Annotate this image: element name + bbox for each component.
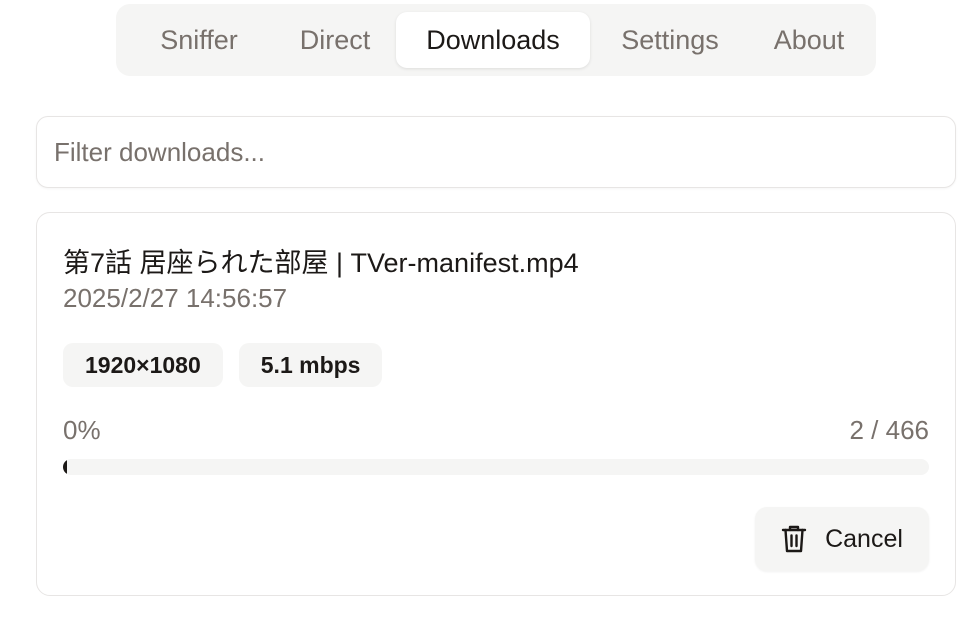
cancel-label: Cancel bbox=[825, 524, 903, 553]
resolution-badge: 1920×1080 bbox=[63, 343, 223, 387]
trash-icon bbox=[781, 524, 807, 554]
tab-settings[interactable]: Settings bbox=[590, 12, 750, 68]
tab-direct[interactable]: Direct bbox=[274, 12, 396, 68]
bitrate-badge: 5.1 mbps bbox=[238, 343, 383, 387]
progress-percent: 0% bbox=[63, 415, 101, 445]
filter-input[interactable] bbox=[54, 136, 938, 168]
tab-sniffer[interactable]: Sniffer bbox=[124, 12, 274, 68]
tab-bar: Sniffer Direct Downloads Settings About bbox=[116, 4, 876, 76]
tab-downloads[interactable]: Downloads bbox=[396, 12, 590, 68]
progress-bar bbox=[63, 459, 929, 475]
segment-count: 2 / 466 bbox=[849, 415, 929, 445]
download-card: 第7話 居座られた部屋 | TVer-manifest.mp4 2025/2/2… bbox=[36, 212, 956, 596]
cancel-button[interactable]: Cancel bbox=[755, 507, 929, 571]
download-timestamp: 2025/2/27 14:56:57 bbox=[63, 283, 288, 313]
download-title: 第7話 居座られた部屋 | TVer-manifest.mp4 bbox=[63, 248, 579, 278]
filter-field bbox=[36, 116, 956, 188]
download-badges: 1920×1080 5.1 mbps bbox=[63, 343, 383, 387]
progress-fill bbox=[63, 459, 67, 475]
tab-about[interactable]: About bbox=[750, 12, 868, 68]
